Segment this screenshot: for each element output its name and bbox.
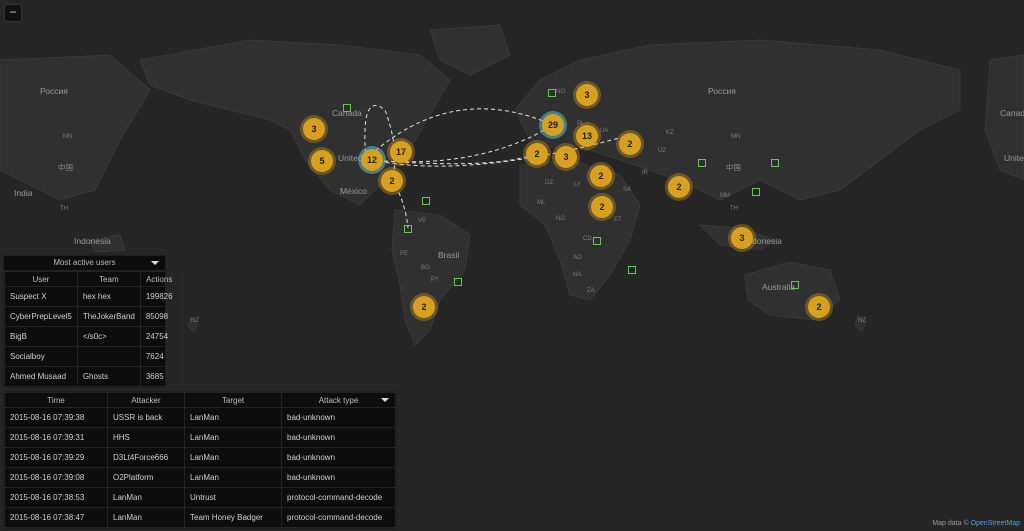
attribution-prefix: Map data © bbox=[932, 520, 969, 527]
most-active-users-panel: Most active users User Team Actions Susp… bbox=[3, 255, 179, 388]
attacker-cell: USSR is back bbox=[107, 407, 185, 428]
sensor-marker[interactable] bbox=[404, 225, 412, 233]
table-row[interactable]: 2015-08-16 07:39:38 USSR is back LanMan … bbox=[4, 407, 396, 428]
time-cell: 2015-08-16 07:39:08 bbox=[4, 467, 108, 488]
attack-cluster[interactable]: 2 bbox=[668, 176, 690, 198]
column-header-target[interactable]: Target bbox=[184, 392, 282, 408]
time-cell: 2015-08-16 07:38:47 bbox=[4, 507, 108, 528]
attack-cluster[interactable]: 2 bbox=[808, 296, 830, 318]
sensor-marker[interactable] bbox=[422, 197, 430, 205]
team-cell: TheJokerBand bbox=[76, 306, 141, 327]
users-table: User Team Actions Suspect X hex hex 1998… bbox=[4, 271, 179, 387]
column-header-team[interactable]: Team bbox=[76, 271, 141, 287]
chevron-down-icon[interactable] bbox=[151, 261, 159, 265]
attacker-cell: HHS bbox=[107, 427, 185, 448]
column-header-time[interactable]: Time bbox=[4, 392, 108, 408]
attack-cluster[interactable]: 2 bbox=[590, 165, 612, 187]
attack-type-cell: bad-unknown bbox=[281, 427, 396, 448]
attack-cluster[interactable]: 29 bbox=[542, 114, 564, 136]
attack-cluster[interactable]: 2 bbox=[591, 196, 613, 218]
column-header-user[interactable]: User bbox=[4, 271, 78, 287]
actions-cell: 199826 bbox=[139, 286, 179, 307]
users-panel-header: Most active users bbox=[4, 256, 165, 271]
target-cell: LanMan bbox=[184, 447, 282, 468]
table-row[interactable]: Suspect X hex hex 199826 bbox=[4, 286, 179, 307]
table-row[interactable]: 2015-08-16 07:39:31 HHS LanMan bad-unkno… bbox=[4, 427, 396, 448]
attacker-cell: D3Lt4Force666 bbox=[107, 447, 185, 468]
openstreetmap-link[interactable]: OpenStreetMap bbox=[971, 520, 1020, 527]
attack-cluster[interactable]: 2 bbox=[619, 133, 641, 155]
target-cell: LanMan bbox=[184, 407, 282, 428]
column-header-attack-type[interactable]: Attack type bbox=[281, 392, 396, 408]
time-cell: 2015-08-16 07:39:31 bbox=[4, 427, 108, 448]
attack-cluster[interactable]: 2 bbox=[526, 143, 548, 165]
attack-cluster[interactable]: 12 bbox=[361, 149, 383, 171]
table-row[interactable]: Socialboy 7624 bbox=[4, 346, 179, 367]
map-attribution: Map data © OpenStreetMap bbox=[932, 520, 1020, 527]
attack-cluster[interactable]: 17 bbox=[390, 141, 412, 163]
attack-log-table: Time Attacker Target Attack type 2015-08… bbox=[4, 392, 396, 528]
sensor-marker[interactable] bbox=[343, 104, 351, 112]
team-cell: Ghosts bbox=[76, 366, 141, 387]
attacker-cell: O2Platform bbox=[107, 467, 185, 488]
zoom-out-button[interactable]: − bbox=[4, 4, 22, 22]
attack-type-cell: protocol-command-decode bbox=[281, 507, 396, 528]
sensor-marker[interactable] bbox=[454, 278, 462, 286]
team-cell: </s0c> bbox=[76, 326, 141, 347]
sensor-marker[interactable] bbox=[548, 89, 556, 97]
table-row[interactable]: 2015-08-16 07:38:47 LanMan Team Honey Ba… bbox=[4, 507, 396, 528]
attack-cluster[interactable]: 3 bbox=[576, 84, 598, 106]
actions-cell: 3685 bbox=[139, 366, 179, 387]
time-cell: 2015-08-16 07:39:38 bbox=[4, 407, 108, 428]
sensor-marker[interactable] bbox=[752, 188, 760, 196]
column-header-actions[interactable]: Actions bbox=[139, 271, 179, 287]
sensor-marker[interactable] bbox=[771, 159, 779, 167]
attack-log-panel: Time Attacker Target Attack type 2015-08… bbox=[3, 391, 397, 529]
actions-cell: 24754 bbox=[139, 326, 179, 347]
table-row[interactable]: 2015-08-16 07:39:08 O2Platform LanMan ba… bbox=[4, 467, 396, 488]
user-cell: Ahmed Musaad bbox=[4, 366, 78, 387]
target-cell: LanMan bbox=[184, 467, 282, 488]
attack-type-header-label: Attack type bbox=[318, 395, 359, 405]
team-cell: hex hex bbox=[76, 286, 141, 307]
table-row[interactable]: BigB </s0c> 24754 bbox=[4, 326, 179, 347]
users-panel-title: Most active users bbox=[53, 258, 116, 267]
sensor-marker[interactable] bbox=[698, 159, 706, 167]
target-cell: Team Honey Badger bbox=[184, 507, 282, 528]
attack-cluster[interactable]: 2 bbox=[381, 170, 403, 192]
user-cell: Suspect X bbox=[4, 286, 78, 307]
team-cell bbox=[76, 346, 141, 367]
actions-cell: 85098 bbox=[139, 306, 179, 327]
attack-type-cell: protocol-command-decode bbox=[281, 487, 396, 508]
attacker-cell: LanMan bbox=[107, 487, 185, 508]
table-row[interactable]: Ahmed Musaad Ghosts 3685 bbox=[4, 366, 179, 387]
target-cell: Untrust bbox=[184, 487, 282, 508]
attack-cluster[interactable]: 3 bbox=[303, 118, 325, 140]
attack-type-cell: bad-unknown bbox=[281, 447, 396, 468]
user-cell: Socialboy bbox=[4, 346, 78, 367]
attack-cluster[interactable]: 2 bbox=[413, 296, 435, 318]
attack-cluster[interactable]: 5 bbox=[311, 150, 333, 172]
sensor-marker[interactable] bbox=[791, 281, 799, 289]
column-header-attacker[interactable]: Attacker bbox=[107, 392, 185, 408]
attack-cluster[interactable]: 3 bbox=[731, 227, 753, 249]
table-row[interactable]: 2015-08-16 07:38:53 LanMan Untrust proto… bbox=[4, 487, 396, 508]
attacker-cell: LanMan bbox=[107, 507, 185, 528]
sensor-marker[interactable] bbox=[593, 237, 601, 245]
time-cell: 2015-08-16 07:38:53 bbox=[4, 487, 108, 508]
attack-type-cell: bad-unknown bbox=[281, 467, 396, 488]
target-cell: LanMan bbox=[184, 427, 282, 448]
actions-cell: 7624 bbox=[139, 346, 179, 367]
table-row[interactable]: CyberPrepLevel5 TheJokerBand 85098 bbox=[4, 306, 179, 327]
attack-cluster[interactable]: 3 bbox=[555, 146, 577, 168]
table-row[interactable]: 2015-08-16 07:39:29 D3Lt4Force666 LanMan… bbox=[4, 447, 396, 468]
user-cell: CyberPrepLevel5 bbox=[4, 306, 78, 327]
time-cell: 2015-08-16 07:39:29 bbox=[4, 447, 108, 468]
user-cell: BigB bbox=[4, 326, 78, 347]
attack-cluster[interactable]: 13 bbox=[576, 125, 598, 147]
chevron-down-icon[interactable] bbox=[381, 398, 389, 402]
attack-type-cell: bad-unknown bbox=[281, 407, 396, 428]
sensor-marker[interactable] bbox=[628, 266, 636, 274]
